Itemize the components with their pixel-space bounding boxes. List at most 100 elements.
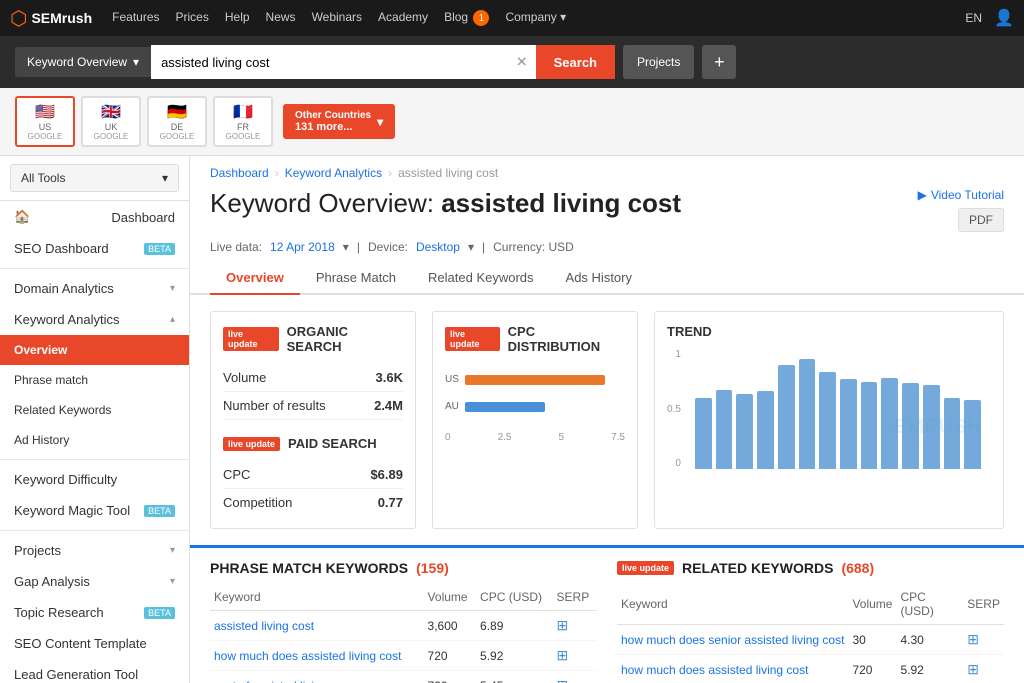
sidebar-item-lead-gen[interactable]: Lead Generation Tool (0, 659, 189, 683)
language-selector[interactable]: EN (965, 11, 982, 25)
clear-button[interactable]: ✕ (516, 54, 528, 71)
trend-bar (819, 372, 836, 469)
paid-cpc-row: CPC $6.89 (223, 461, 403, 489)
tab-ads-history[interactable]: Ads History (550, 262, 648, 295)
sidebar-item-projects[interactable]: Projects ▾ (0, 535, 189, 566)
nav-company[interactable]: Company ▾ (505, 10, 566, 27)
trend-bar (840, 379, 857, 469)
device-value[interactable]: Desktop (416, 240, 460, 254)
organic-volume-label: Volume (223, 370, 266, 385)
sidebar-item-keyword-magic[interactable]: Keyword Magic Tool BETA (0, 495, 189, 526)
sidebar-item-keyword-difficulty[interactable]: Keyword Difficulty (0, 464, 189, 495)
nav-news[interactable]: News (266, 10, 296, 27)
section-divider (190, 545, 1024, 548)
sidebar-item-seo-dashboard[interactable]: SEO Dashboard BETA (0, 233, 189, 264)
nav-features[interactable]: Features (112, 10, 159, 27)
video-label: Video Tutorial (931, 188, 1004, 202)
page-meta: Live data: 12 Apr 2018 ▾ | Device: Deskt… (190, 240, 1024, 262)
cpc-au-row: AU (445, 401, 625, 412)
serp-icon[interactable]: ⊞ (557, 677, 569, 683)
seo-beta-badge: BETA (144, 243, 175, 255)
rk-volume: 30 (848, 625, 896, 655)
overview-label: Overview (14, 343, 67, 357)
country-fr[interactable]: 🇫🇷 FR GOOGLE (213, 96, 273, 147)
live-data-date[interactable]: 12 Apr 2018 (270, 240, 335, 254)
trend-chart-wrap: 1 0.5 0 SEMRUSH (667, 349, 991, 469)
country-de[interactable]: 🇩🇪 DE GOOGLE (147, 96, 207, 147)
search-button[interactable]: Search (536, 45, 615, 79)
pm-keyword-link[interactable]: how much does assisted living cost (214, 649, 401, 663)
breadcrumb-keyword-analytics[interactable]: Keyword Analytics (285, 166, 382, 180)
rk-cpc: 4.30 (896, 625, 963, 655)
sidebar-item-gap-analysis[interactable]: Gap Analysis ▾ (0, 566, 189, 597)
phrase-match-title-text: PHRASE MATCH KEYWORDS (210, 560, 408, 576)
rk-keyword-link[interactable]: how much does senior assisted living cos… (621, 633, 844, 647)
sidebar-item-ad-history[interactable]: Ad History (0, 425, 189, 455)
country-us[interactable]: 🇺🇸 US GOOGLE (15, 96, 75, 147)
pm-serp: ⊞ (553, 641, 597, 671)
device-label: Device: (368, 240, 408, 254)
pm-serp: ⊞ (553, 611, 597, 641)
sidebar-item-topic-research[interactable]: Topic Research BETA (0, 597, 189, 628)
sidebar-item-related-keywords[interactable]: Related Keywords (0, 395, 189, 425)
search-input[interactable] (151, 45, 536, 79)
breadcrumb-dashboard[interactable]: Dashboard (210, 166, 269, 180)
pm-cpc: 6.89 (476, 611, 552, 641)
us-label: US (39, 122, 52, 132)
serp-icon[interactable]: ⊞ (557, 647, 569, 663)
user-icon[interactable]: 👤 (994, 8, 1014, 28)
sidebar-item-seo-content[interactable]: SEO Content Template (0, 628, 189, 659)
sidebar-item-keyword-analytics[interactable]: Keyword Analytics ▴ (0, 304, 189, 335)
tab-overview[interactable]: Overview (210, 262, 300, 295)
cpc-chart: US AU 0 2.5 5 7.5 (445, 364, 625, 453)
projects-button[interactable]: Projects (623, 45, 694, 79)
nav-blog[interactable]: Blog 1 (444, 10, 489, 27)
pdf-button[interactable]: PDF (958, 208, 1004, 232)
nav-academy[interactable]: Academy (378, 10, 428, 27)
serp-icon[interactable]: ⊞ (557, 617, 569, 633)
trend-bar (736, 394, 753, 469)
paid-cpc-value: $6.89 (370, 467, 403, 482)
sidebar-item-domain-analytics[interactable]: Domain Analytics ▾ (0, 273, 189, 304)
add-project-button[interactable]: + (702, 45, 736, 79)
sidebar-dashboard-label: Dashboard (111, 210, 175, 225)
paid-cpc-label: CPC (223, 467, 250, 482)
sidebar-item-overview[interactable]: Overview (0, 335, 189, 365)
sidebar-item-phrase-match[interactable]: Phrase match (0, 365, 189, 395)
logo[interactable]: ⬡ SEMrush (10, 6, 92, 31)
nav-webinars[interactable]: Webinars (312, 10, 362, 27)
trend-card: TREND 1 0.5 0 SEMRUSH (654, 311, 1004, 529)
serp-icon[interactable]: ⊞ (967, 661, 979, 677)
related-title-text: RELATED KEYWORDS (682, 560, 833, 576)
trend-bar (799, 359, 816, 469)
video-tutorial-button[interactable]: ▶ Video Tutorial (918, 188, 1004, 202)
trend-y-05: 0.5 (667, 404, 681, 415)
pm-keyword-link[interactable]: assisted living cost (214, 619, 314, 633)
topic-research-beta: BETA (144, 607, 175, 619)
separator: | (357, 240, 360, 254)
tab-related-keywords[interactable]: Related Keywords (412, 262, 550, 295)
fr-sub: GOOGLE (226, 132, 261, 141)
other-countries-arrow: ▾ (377, 115, 383, 129)
toolbar: Keyword Overview ▾ ✕ Search Projects + (0, 36, 1024, 88)
keyword-difficulty-label: Keyword Difficulty (14, 472, 117, 487)
semrush-watermark: SEMRUSH (881, 416, 981, 439)
nav-help[interactable]: Help (225, 10, 250, 27)
search-type-dropdown[interactable]: Keyword Overview ▾ (15, 47, 151, 77)
serp-icon[interactable]: ⊞ (967, 631, 979, 647)
phrase-match-table-section: PHRASE MATCH KEYWORDS (159) Keyword Volu… (210, 560, 597, 683)
organic-volume-row: Volume 3.6K (223, 364, 403, 392)
nav-prices[interactable]: Prices (176, 10, 209, 27)
sidebar-item-dashboard[interactable]: 🏠 Dashboard (0, 201, 189, 233)
rk-keyword-link[interactable]: how much does assisted living cost (621, 663, 808, 677)
cpc-axis: 0 2.5 5 7.5 (445, 432, 625, 443)
phrase-match-table: Keyword Volume CPC (USD) SERP assisted l… (210, 584, 597, 683)
all-tools-dropdown[interactable]: All Tools ▾ (10, 164, 179, 192)
blog-badge: 1 (473, 10, 489, 26)
currency-label: Currency: USD (493, 240, 574, 254)
country-uk[interactable]: 🇬🇧 UK GOOGLE (81, 96, 141, 147)
other-countries-button[interactable]: Other Countries 131 more... ▾ (283, 104, 395, 139)
pm-keyword-link[interactable]: cost of assisted living (214, 679, 327, 683)
other-countries-count: 131 more... (295, 121, 371, 133)
tab-phrase-match[interactable]: Phrase Match (300, 262, 412, 295)
